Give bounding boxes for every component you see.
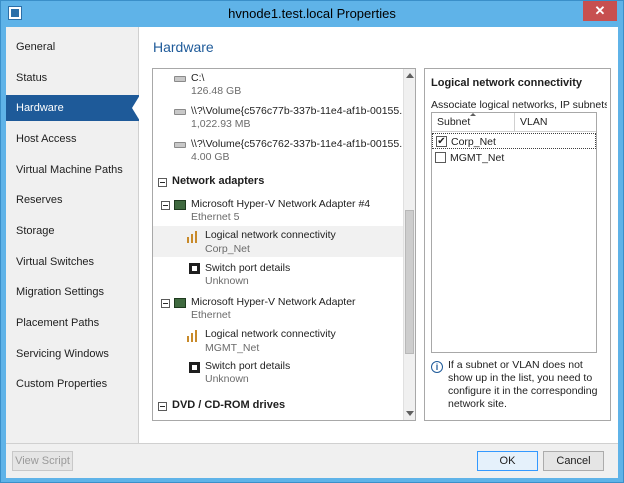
sidebar-item-hardware[interactable]: Hardware (6, 95, 140, 121)
drive-icon (174, 109, 186, 115)
sidebar-item-storage[interactable]: Storage (6, 218, 139, 244)
sidebar-item-servicing-windows[interactable]: Servicing Windows (6, 341, 139, 367)
drive-size: 4.00 GB (191, 151, 230, 163)
lnc-label: Logical network connectivity (205, 328, 336, 340)
port-label: Switch port details (205, 262, 291, 274)
drive-name: \\?\Volume{c576c77b-337b-11e4-af1b-00155… (191, 105, 408, 117)
dialog-client: General Status Hardware Host Access Virt… (6, 27, 618, 478)
drive-name: C:\ (191, 72, 205, 84)
tree-item-drive[interactable]: \\?\Volume{c576c762-337b-11e4-af1b-00155… (153, 135, 408, 165)
logical-network-icon (187, 330, 201, 342)
grid-header: Subnet VLAN (432, 113, 596, 132)
scroll-down-arrow-icon[interactable] (406, 411, 414, 416)
column-header-vlan[interactable]: VLAN (520, 116, 547, 128)
hardware-tree[interactable]: C:\ 126.48 GB \\?\Volume{c576c77b-337b-1… (152, 68, 416, 421)
sidebar-item-custom-properties[interactable]: Custom Properties (6, 371, 139, 397)
lnc-label: Logical network connectivity (205, 229, 336, 241)
network-adapter-icon (174, 200, 186, 210)
tree-item-lnc-selected[interactable]: Logical network connectivity Corp_Net (153, 226, 403, 257)
title-bar[interactable]: hvnode1.test.local Properties ✕ (1, 1, 623, 27)
detail-title: Logical network connectivity (431, 77, 582, 89)
drive-icon (174, 142, 186, 148)
sort-ascending-icon (470, 113, 476, 116)
info-text: If a subnet or VLAN does not show up in … (448, 359, 598, 410)
sidebar-item-general[interactable]: General (6, 34, 139, 60)
sidebar-item-vm-paths[interactable]: Virtual Machine Paths (6, 157, 139, 183)
scroll-thumb[interactable] (405, 210, 414, 354)
row-checkbox[interactable] (435, 152, 446, 163)
drive-size: 126.48 GB (191, 85, 242, 97)
info-icon: i (431, 361, 443, 373)
row-checkbox[interactable]: ✔ (436, 136, 447, 147)
lnc-value: MGMT_Net (205, 342, 260, 354)
sidebar-item-migration-settings[interactable]: Migration Settings (6, 279, 139, 305)
column-header-subnet[interactable]: Subnet (437, 116, 470, 128)
logical-network-icon (187, 231, 201, 243)
sidebar-item-virtual-switches[interactable]: Virtual Switches (6, 249, 139, 275)
network-adapter-icon (174, 298, 186, 308)
window-title: hvnode1.test.local Properties (228, 6, 396, 21)
adapter-sub: Ethernet (191, 309, 231, 321)
table-row[interactable]: ✔ Corp_Net (432, 133, 596, 149)
scroll-up-arrow-icon[interactable] (406, 73, 414, 78)
drive-name: \\?\Volume{c576c762-337b-11e4-af1b-00155… (191, 138, 408, 150)
dvd-drives-header: DVD / CD-ROM drives (172, 399, 286, 411)
tree-item-drive[interactable]: \\?\Volume{c576c77b-337b-11e4-af1b-00155… (153, 102, 408, 132)
dialog-footer: View Script OK Cancel (6, 443, 618, 478)
sidebar-item-host-access[interactable]: Host Access (6, 126, 139, 152)
tree-item-switch-port[interactable]: Switch port details Unknown (153, 259, 403, 289)
lnc-value: Corp_Net (205, 243, 250, 255)
collapse-network-adapters-icon[interactable] (158, 178, 167, 187)
properties-window: hvnode1.test.local Properties ✕ General … (0, 0, 624, 483)
tree-item-switch-port[interactable]: Switch port details Unknown (153, 357, 403, 387)
network-adapters-header: Network adapters (172, 175, 265, 187)
port-value: Unknown (205, 275, 249, 287)
collapse-adapter-icon[interactable] (161, 201, 170, 210)
adapter-sub: Ethernet 5 (191, 211, 240, 223)
adapter-name[interactable]: Microsoft Hyper-V Network Adapter (191, 296, 356, 308)
tree-item-lnc[interactable]: Logical network connectivity MGMT_Net (153, 325, 403, 356)
tree-item-drive[interactable]: C:\ 126.48 GB (153, 69, 403, 99)
ok-button[interactable]: OK (477, 451, 538, 471)
sidebar-item-placement-paths[interactable]: Placement Paths (6, 310, 139, 336)
tree-scrollbar[interactable] (403, 69, 415, 420)
collapse-dvd-icon[interactable] (158, 402, 167, 411)
port-value: Unknown (205, 373, 249, 385)
view-script-button[interactable]: View Script (12, 451, 73, 471)
adapter-name[interactable]: Microsoft Hyper-V Network Adapter #4 (191, 198, 370, 210)
drive-icon (174, 76, 186, 82)
close-button[interactable]: ✕ (583, 1, 617, 21)
detail-description: Associate logical networks, IP subnets a… (431, 99, 607, 111)
subnet-grid[interactable]: Subnet VLAN ✔ Corp_Net MGMT_Net (431, 112, 597, 353)
sidebar-item-status[interactable]: Status (6, 65, 139, 91)
cancel-button[interactable]: Cancel (543, 451, 604, 471)
drive-size: 1,022.93 MB (191, 118, 251, 130)
detail-panel: Logical network connectivity Associate l… (424, 68, 611, 421)
switch-port-icon (189, 263, 200, 274)
collapse-adapter-icon[interactable] (161, 299, 170, 308)
subnet-cell: Corp_Net (451, 136, 496, 148)
sidebar-item-reserves[interactable]: Reserves (6, 187, 139, 213)
port-label: Switch port details (205, 360, 291, 372)
sidebar: General Status Hardware Host Access Virt… (6, 27, 140, 443)
table-row[interactable]: MGMT_Net (432, 150, 596, 166)
subnet-cell: MGMT_Net (450, 152, 505, 164)
switch-port-icon (189, 362, 200, 373)
page-title: Hardware (153, 39, 214, 55)
